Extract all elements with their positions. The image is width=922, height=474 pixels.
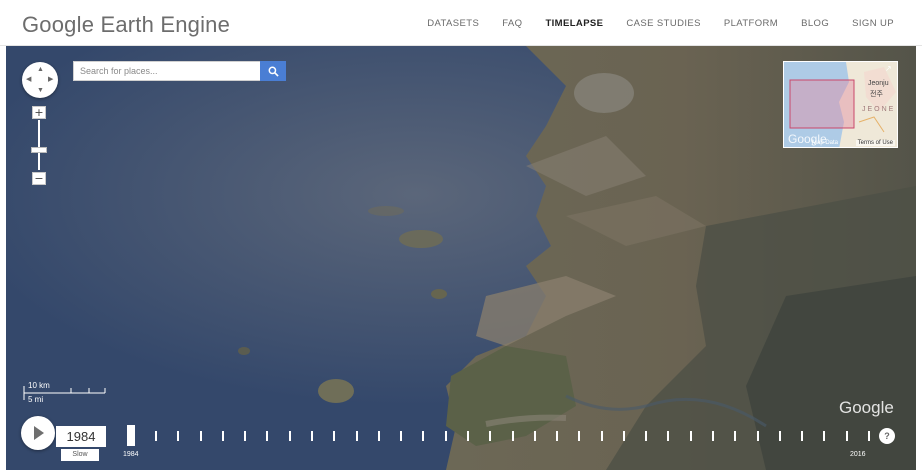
timeline-end-year: 2016 [850, 451, 866, 458]
minimap-city-local-label: 전주 [870, 91, 883, 98]
help-button[interactable]: ? [879, 428, 895, 444]
pan-down-icon[interactable]: ▼ [37, 87, 44, 94]
nav-platform[interactable]: PLATFORM [724, 18, 778, 29]
timeline-tick[interactable] [155, 431, 157, 441]
timeline-tick[interactable] [734, 431, 737, 441]
timeline-tick[interactable] [801, 431, 804, 441]
timeline-tick[interactable] [622, 431, 625, 441]
timeline-tick[interactable] [645, 431, 648, 441]
map-scale: 10 km 5 mi [23, 381, 113, 406]
timeline-tick[interactable] [578, 431, 581, 441]
main-nav: DATASETS FAQ TIMELAPSE CASE STUDIES PLAT… [404, 0, 894, 46]
timeline-tick[interactable] [845, 431, 848, 441]
zoom-slider-handle[interactable] [31, 147, 47, 153]
timeline-tick[interactable] [511, 431, 514, 441]
search-input[interactable] [73, 61, 260, 81]
pan-control[interactable]: ▲ ▼ ◀ ▶ [22, 62, 58, 98]
timeline-tick[interactable] [756, 431, 759, 441]
timeline-tick[interactable] [778, 431, 781, 441]
timeline-tick[interactable] [556, 431, 559, 441]
timeline-tick[interactable] [422, 431, 425, 441]
speed-toggle-button[interactable]: Slow [61, 449, 99, 461]
timeline-tick[interactable] [444, 431, 447, 441]
timeline-handle[interactable] [127, 425, 135, 446]
minimap-map-data: Map Data [812, 140, 839, 146]
timeline-tick[interactable] [333, 431, 336, 441]
timeline-tick[interactable] [667, 431, 670, 441]
overview-minimap[interactable]: ↗ Jeonju 전주 JEONE Google Map Data Terms … [783, 61, 898, 148]
timeline-tick[interactable] [868, 431, 870, 441]
logo[interactable]: Google Earth Engine [22, 12, 230, 38]
timeline-tick[interactable] [221, 431, 224, 441]
timeline-tick[interactable] [288, 431, 291, 441]
timeline-tick[interactable] [689, 431, 692, 441]
timeline-tick[interactable] [466, 431, 469, 441]
top-header: Google Earth Engine DATASETS FAQ TIMELAP… [0, 0, 922, 46]
nav-sign-up[interactable]: SIGN UP [852, 18, 894, 29]
minimap-terms-link[interactable]: Terms of Use [855, 140, 895, 146]
timeline-tick[interactable] [377, 431, 380, 441]
current-year-display: 1984 [56, 426, 106, 447]
zoom-out-button[interactable]: − [32, 172, 46, 185]
play-icon [34, 426, 44, 440]
timeline-tick[interactable] [177, 431, 180, 441]
timeline-slider[interactable]: 1984 2016 [123, 422, 883, 462]
timeline-tick[interactable] [310, 431, 313, 441]
pan-right-icon[interactable]: ▶ [48, 76, 53, 83]
minimap-region-label: JEONE [862, 106, 896, 113]
timeline-tick[interactable] [823, 431, 826, 441]
timeline-tick[interactable] [199, 431, 202, 441]
timeline-tick[interactable] [355, 431, 358, 441]
satellite-map[interactable]: ▲ ▼ ◀ ▶ + − ↗ Jeonju 전주 JEONE Google M [6, 46, 916, 470]
timeline-tick[interactable] [600, 431, 603, 441]
timeline-tick[interactable] [266, 431, 269, 441]
zoom-in-button[interactable]: + [32, 106, 46, 119]
pan-left-icon[interactable]: ◀ [26, 76, 31, 83]
nav-faq[interactable]: FAQ [502, 18, 522, 29]
search-icon [268, 66, 279, 77]
timeline-tick[interactable] [400, 431, 403, 441]
nav-datasets[interactable]: DATASETS [427, 18, 479, 29]
timeline-tick[interactable] [533, 431, 536, 441]
google-watermark: Google [839, 398, 894, 417]
expand-icon[interactable]: ↗ [885, 65, 894, 74]
play-button[interactable] [21, 416, 55, 450]
pan-up-icon[interactable]: ▲ [37, 66, 44, 73]
nav-case-studies[interactable]: CASE STUDIES [626, 18, 700, 29]
minimap-city-label: Jeonju [868, 80, 889, 87]
nav-blog[interactable]: BLOG [801, 18, 829, 29]
satellite-imagery [6, 46, 916, 470]
zoom-slider-track[interactable] [38, 120, 40, 170]
scale-mi-label: 5 mi [28, 395, 44, 404]
timeline-tick[interactable] [712, 431, 715, 441]
timeline-tick[interactable] [489, 431, 492, 441]
search-button[interactable] [260, 61, 286, 81]
nav-timelapse[interactable]: TIMELAPSE [545, 18, 603, 29]
timeline-tick[interactable] [244, 431, 247, 441]
timeline-start-year: 1984 [123, 451, 139, 458]
place-search [73, 61, 286, 81]
